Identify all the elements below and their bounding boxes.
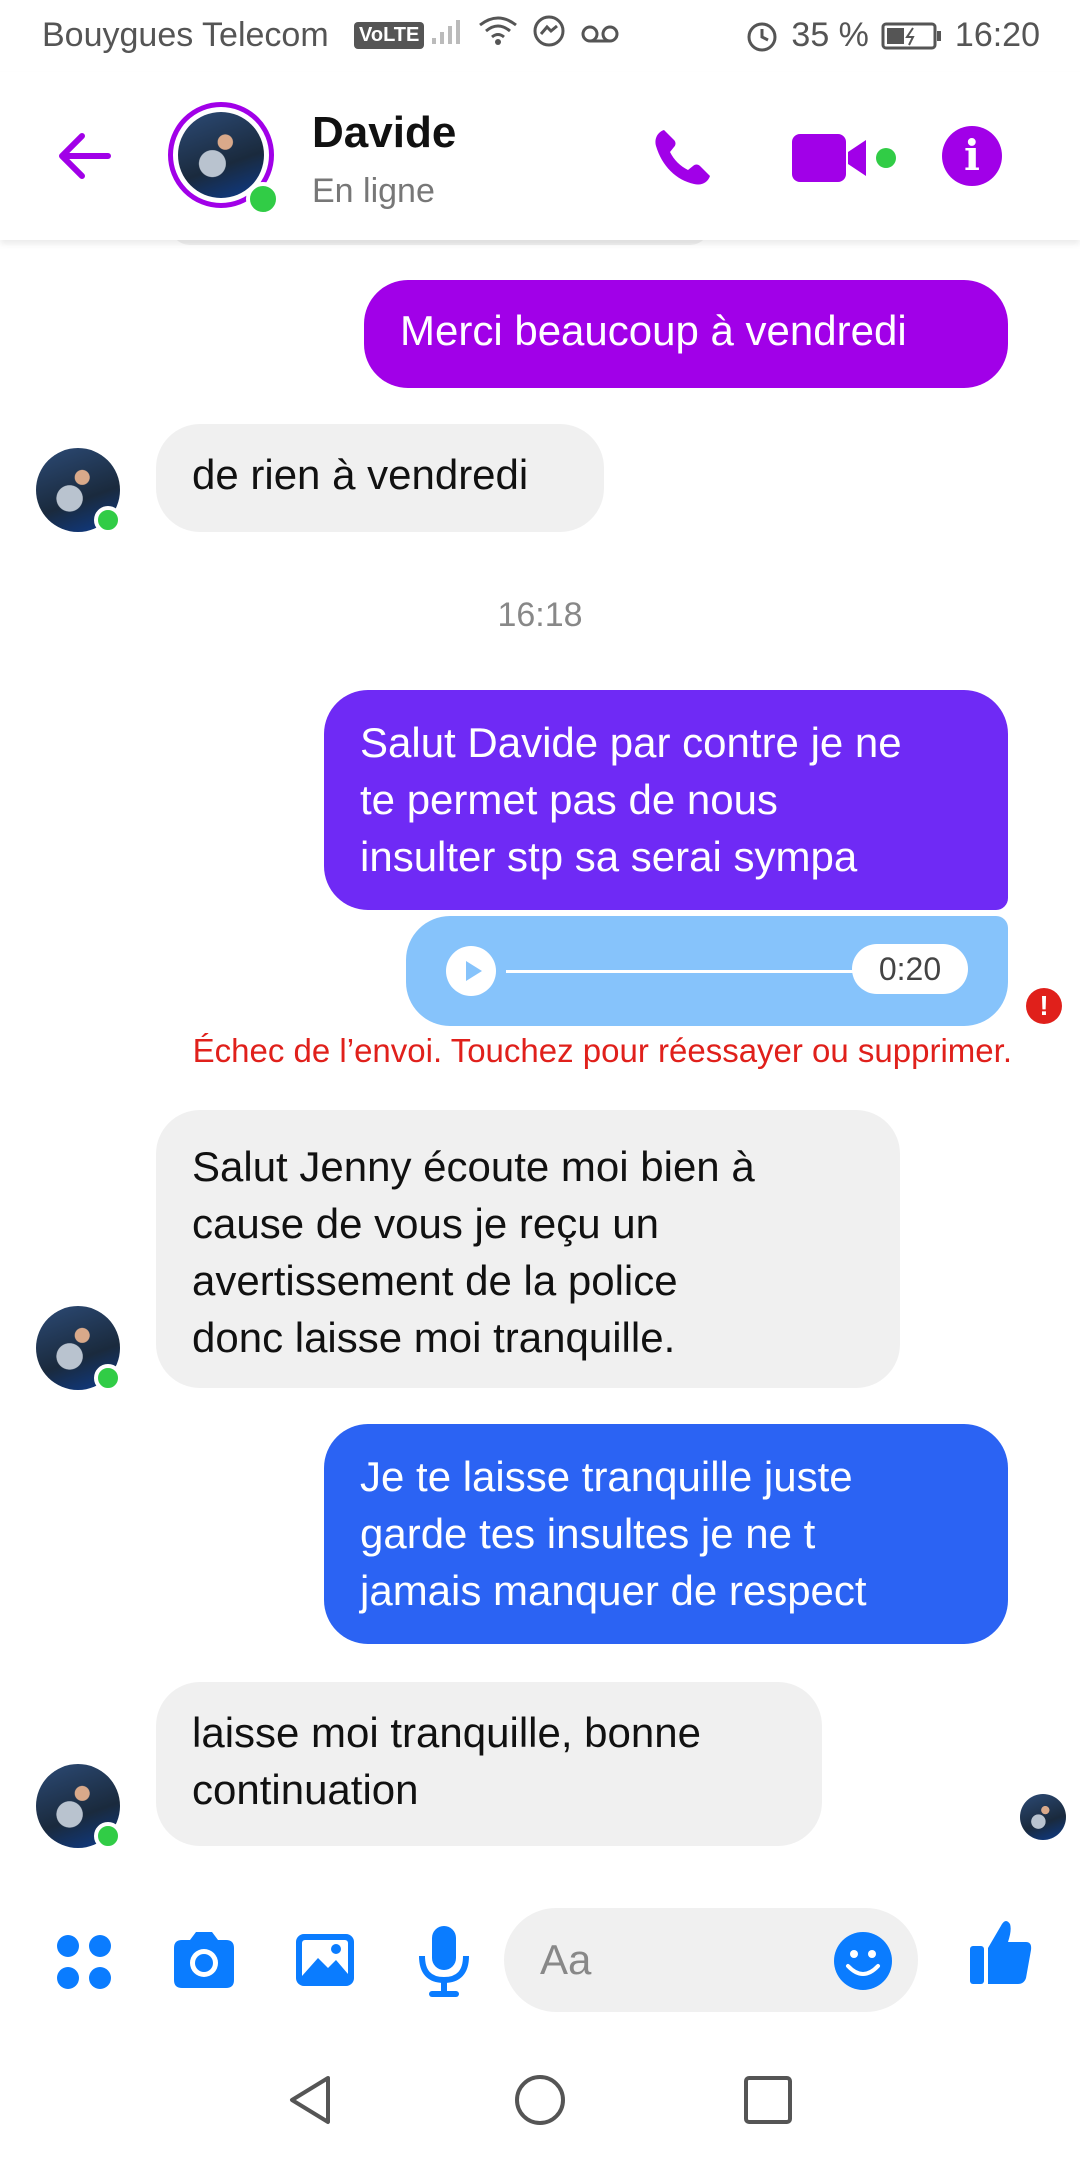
message-line: avertissement de la police	[192, 1257, 678, 1304]
status-icons	[430, 14, 620, 48]
online-indicator	[94, 506, 122, 534]
battery-percent: 35 %	[791, 16, 869, 54]
message-line: continuation	[192, 1766, 419, 1813]
messenger-notification-icon	[533, 15, 565, 47]
like-icon[interactable]	[968, 1916, 1034, 1988]
emoji-icon[interactable]	[832, 1930, 894, 1992]
message-input-placeholder: Aa	[540, 1936, 592, 1983]
audio-duration: 0:20	[852, 944, 968, 994]
status-bar: Bouygues Telecom VoLTE 35 % 16:20	[0, 0, 1080, 72]
message-line: Salut Jenny écoute moi bien à	[192, 1143, 755, 1190]
error-icon[interactable]: !	[1026, 988, 1062, 1024]
audio-progress-track[interactable]	[506, 970, 886, 973]
battery-icon	[881, 22, 941, 49]
message-line: cause de vous je reçu un	[192, 1200, 659, 1247]
message-input[interactable]: Aa	[504, 1908, 918, 2012]
message-incoming[interactable]: laisse moi tranquille, bonne continuatio…	[156, 1682, 822, 1846]
carrier-name: Bouygues Telecom	[42, 16, 329, 54]
message-text: Merci beaucoup à vendredi	[400, 307, 907, 354]
message-text: de rien à vendredi	[192, 451, 529, 498]
volte-badge: VoLTE	[354, 22, 425, 49]
presence-status: En ligne	[312, 172, 435, 210]
message-line: garde tes insultes je ne t	[360, 1510, 816, 1557]
info-icon[interactable]: i	[942, 126, 1002, 186]
online-indicator	[94, 1364, 122, 1392]
play-button[interactable]	[446, 946, 496, 996]
message-outgoing[interactable]: Je te laisse tranquille juste garde tes …	[324, 1424, 1008, 1644]
signal-icon	[432, 20, 460, 44]
play-icon	[466, 961, 482, 981]
message-outgoing[interactable]: Merci beaucoup à vendredi	[364, 280, 1008, 388]
message-incoming[interactable]: Salut Jenny écoute moi bien à cause de v…	[156, 1110, 900, 1388]
phone-call-icon[interactable]	[650, 124, 716, 190]
online-indicator	[94, 1822, 122, 1850]
contact-name[interactable]: Davide	[312, 108, 456, 158]
chat-header: Davide En ligne i	[0, 72, 1080, 240]
voicemail-icon	[581, 25, 619, 43]
message-line: Salut Davide par contre je ne	[360, 719, 902, 766]
clock: 16:20	[954, 16, 1040, 54]
online-indicator	[246, 182, 280, 216]
gallery-icon[interactable]	[292, 1920, 358, 2000]
send-failed-message[interactable]: Échec de l’envoi. Touchez pour réessayer…	[193, 1032, 1012, 1070]
camera-icon[interactable]	[168, 1920, 240, 2000]
message-line: Je te laisse tranquille juste	[360, 1453, 853, 1500]
audio-message[interactable]: 0:20	[406, 916, 1008, 1026]
message-line: laisse moi tranquille, bonne	[192, 1709, 701, 1756]
nav-recents-icon[interactable]	[742, 2074, 794, 2126]
nav-back-icon[interactable]	[282, 2072, 338, 2128]
apps-icon[interactable]	[54, 1920, 116, 2000]
message-composer: Aa	[0, 1880, 1080, 2040]
wifi-icon	[479, 16, 517, 45]
message-line: te permet pas de nous	[360, 776, 778, 823]
alarm-icon	[747, 22, 777, 51]
read-receipt-avatar	[1020, 1794, 1066, 1840]
message-outgoing[interactable]: Salut Davide par contre je ne te permet …	[324, 690, 1008, 910]
message-line: insulter stp sa serai sympa	[360, 833, 858, 880]
system-navigation-bar	[0, 2040, 1080, 2160]
message-line: donc laisse moi tranquille.	[192, 1314, 676, 1361]
status-right: 35 % 16:20	[745, 16, 1040, 55]
message-line: jamais manquer de respect	[360, 1567, 867, 1614]
nav-home-icon[interactable]	[512, 2072, 568, 2128]
video-call-icon[interactable]	[790, 128, 900, 188]
message-incoming[interactable]: de rien à vendredi	[156, 424, 604, 532]
mic-icon[interactable]	[414, 1920, 474, 2000]
back-arrow-icon[interactable]	[52, 124, 116, 188]
message-timestamp: 16:18	[497, 596, 583, 634]
